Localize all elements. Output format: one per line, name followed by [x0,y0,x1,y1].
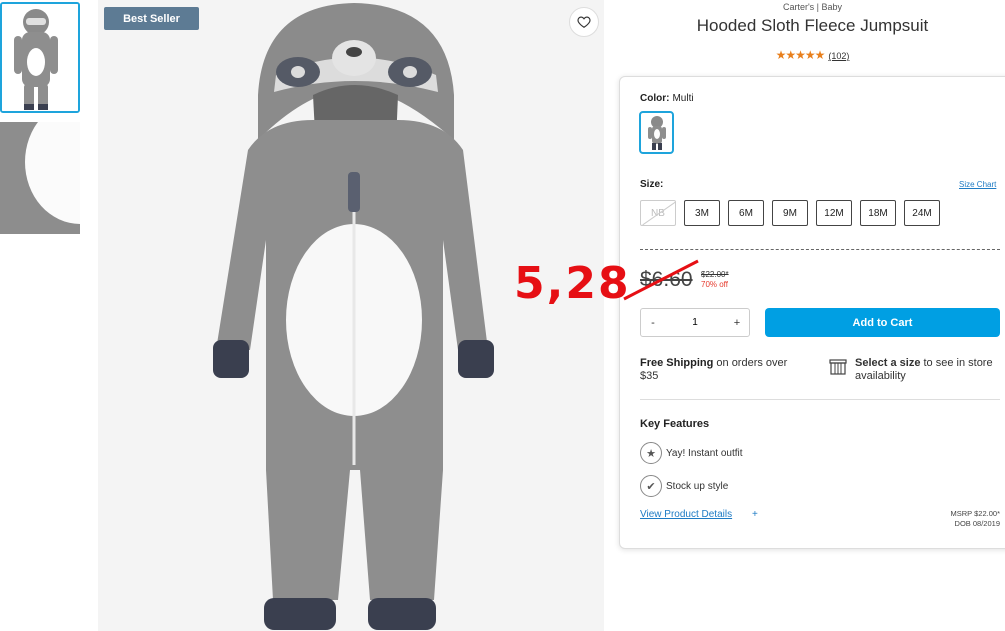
checkmark-icon: ✔ [640,475,662,497]
color-swatch-multi[interactable] [639,111,674,154]
color-label: Color: Multi [640,93,694,104]
feature-label: Stock up style [666,480,729,492]
view-product-details-link[interactable]: View Product Details [640,509,732,520]
features-divider [640,399,1000,400]
size-option-9m[interactable]: 9M [772,200,808,226]
free-shipping-note: Free Shipping on orders over $35 [640,357,788,382]
expand-plus-icon[interactable]: + [752,509,758,520]
heart-icon [577,16,591,28]
product-title: Hooded Sloth Fleece Jumpsuit [696,16,929,35]
favorite-button[interactable] [569,7,599,37]
quantity-decrease-button[interactable]: - [641,309,665,336]
size-chart-link[interactable]: Size Chart [959,180,996,189]
thumbnail-1[interactable] [0,2,80,113]
main-product-image [98,0,604,631]
discount-label: 70% off [701,280,728,289]
size-option-3m[interactable]: 3M [684,200,720,226]
fabric-detail-thumbnail-image [0,122,80,234]
best-seller-badge: Best Seller [104,7,199,30]
feature-item: ★ Yay! Instant outfit [640,442,743,464]
store-icon [829,359,847,375]
original-price: $22.00* [701,270,729,279]
rating-stars-icon: ★★★★★ [775,48,826,62]
jumpsuit-thumbnail-image [2,4,78,111]
swatch-jumpsuit-icon [647,115,666,150]
key-features-heading: Key Features [640,418,710,430]
store-availability-note[interactable]: Select a size to see in store availabili… [855,357,1005,383]
price-annotation: 5,28 [514,258,631,309]
brand-breadcrumb[interactable]: Carter's | Baby [620,2,1005,12]
size-option-6m[interactable]: 6M [728,200,764,226]
size-label: Size: [640,179,664,190]
color-value: Multi [672,93,694,104]
review-count-link[interactable]: (102) [828,51,849,61]
size-option-18m[interactable]: 18M [860,200,896,226]
quantity-stepper: - + [640,308,750,337]
price-divider [640,249,1000,250]
rating-row[interactable]: ★★★★★ (102) [620,48,1005,62]
msrp-info: MSRP $22.00* DOB 08/2019 [950,509,1000,528]
quantity-input[interactable] [673,316,717,329]
size-option-24m[interactable]: 24M [904,200,940,226]
price-strike-mark [623,259,699,301]
thumbnail-2[interactable] [0,122,80,234]
size-option-nb: NB [640,200,676,226]
feature-item: ✔ Stock up style [640,475,728,497]
size-option-12m[interactable]: 12M [816,200,852,226]
add-to-cart-button[interactable]: Add to Cart [765,308,1000,337]
quantity-increase-button[interactable]: + [725,309,749,336]
feature-label: Yay! Instant outfit [666,447,743,459]
star-badge-icon: ★ [640,442,662,464]
size-options: NB 3M 6M 9M 12M 18M 24M [640,200,940,226]
sloth-jumpsuit-illustration [98,0,604,631]
